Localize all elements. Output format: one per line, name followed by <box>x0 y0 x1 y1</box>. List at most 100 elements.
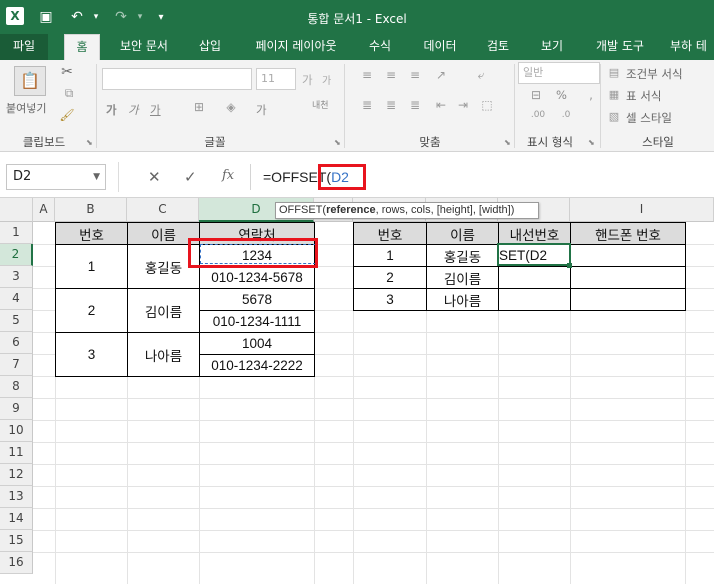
right-table-cell-mobile[interactable] <box>570 244 686 267</box>
merge-center-icon[interactable]: ⬚ <box>476 98 498 118</box>
insert-function-icon[interactable]: fx <box>222 168 234 183</box>
underline-icon[interactable]: 가 <box>150 102 161 118</box>
right-table-cell-mobile[interactable] <box>570 288 686 311</box>
row-header-10[interactable]: 10 <box>0 420 33 442</box>
row-header-4[interactable]: 4 <box>0 288 33 310</box>
align-bottom-icon[interactable]: ≡ <box>404 68 426 88</box>
format-as-table-icon[interactable]: ▦ <box>606 88 622 104</box>
conditional-format-icon[interactable]: ▤ <box>606 66 622 82</box>
cell-styles-button[interactable]: 셀 스타일 <box>626 110 672 126</box>
tab-file[interactable]: 파일 <box>0 34 48 60</box>
right-table-cell-number[interactable]: 1 <box>353 244 427 267</box>
cut-icon[interactable]: ✂ <box>58 64 76 82</box>
tab-insert[interactable]: 삽입 <box>190 34 230 60</box>
tab-view[interactable]: 보기 <box>530 34 574 60</box>
tab-developer[interactable]: 개발 도구 <box>584 34 656 60</box>
right-table-cell-name[interactable]: 홍길동 <box>426 244 499 267</box>
worksheet-grid[interactable]: A B C D I 1 2 3 4 5 6 7 8 9 10 11 12 13 … <box>0 198 714 584</box>
right-table-cell-extension[interactable] <box>498 288 571 311</box>
wrap-text-icon[interactable]: ⤶ <box>470 68 492 88</box>
font-size-select[interactable]: 11 <box>256 68 296 90</box>
row-header-3[interactable]: 3 <box>0 266 33 288</box>
column-header-c[interactable]: C <box>127 198 199 222</box>
row-header-2[interactable]: 2 <box>0 244 33 266</box>
align-top-icon[interactable]: ≡ <box>356 68 378 88</box>
right-table-header-extension[interactable]: 내선번호 <box>498 222 571 245</box>
row-header-9[interactable]: 9 <box>0 398 33 420</box>
increase-decimal-icon[interactable]: .00 <box>526 110 550 128</box>
row-header-6[interactable]: 6 <box>0 332 33 354</box>
borders-icon[interactable]: ⊞ <box>188 100 210 118</box>
cancel-icon[interactable]: ✕ <box>148 168 161 186</box>
fill-color-icon[interactable]: ◈ <box>220 100 242 118</box>
right-table-cell-mobile[interactable] <box>570 266 686 289</box>
align-middle-icon[interactable]: ≡ <box>380 68 402 88</box>
enter-icon[interactable]: ✓ <box>184 168 197 186</box>
left-table-cell-mobile[interactable]: 010-1234-5678 <box>199 266 315 289</box>
format-painter-icon[interactable]: 🖌 <box>58 108 76 126</box>
clipboard-launcher-icon[interactable]: ⬊ <box>86 138 93 147</box>
right-table-cell-extension[interactable] <box>498 266 571 289</box>
orientation-icon[interactable]: ↗ <box>430 68 452 88</box>
row-header-11[interactable]: 11 <box>0 442 33 464</box>
tab-data[interactable]: 데이터 <box>412 34 468 60</box>
shrink-font-icon[interactable]: 가 <box>322 72 331 87</box>
comma-style-icon[interactable]: , <box>580 88 602 106</box>
bold-icon[interactable]: 가 <box>106 102 117 118</box>
font-name-select[interactable] <box>102 68 252 90</box>
right-table-cell-number[interactable]: 3 <box>353 288 427 311</box>
right-table-cell-number[interactable]: 2 <box>353 266 427 289</box>
function-argument-tooltip[interactable]: OFFSET(reference, rows, cols, [height], … <box>275 202 539 219</box>
row-header-16[interactable]: 16 <box>0 552 33 574</box>
column-header-a[interactable]: A <box>33 198 55 222</box>
number-format-select[interactable]: 일반 <box>518 62 600 84</box>
tab-formulas[interactable]: 수식 <box>358 34 402 60</box>
left-table-cell-number[interactable]: 2 <box>55 288 128 333</box>
left-table-header-number[interactable]: 번호 <box>55 222 128 245</box>
format-as-table-button[interactable]: 표 서식 <box>626 88 661 104</box>
row-header-8[interactable]: 8 <box>0 376 33 398</box>
right-table-cell-name[interactable]: 나아름 <box>426 288 499 311</box>
row-header-15[interactable]: 15 <box>0 530 33 552</box>
align-right-icon[interactable]: ≣ <box>404 98 426 118</box>
italic-icon[interactable]: 가 <box>128 102 139 118</box>
conditional-format-button[interactable]: 조건부 서식 <box>626 66 683 82</box>
tab-security-document[interactable]: 보안 문서 <box>108 34 180 60</box>
left-table-cell-number[interactable]: 3 <box>55 332 128 377</box>
tooltip-function[interactable]: OFFSET( <box>279 204 326 216</box>
left-table-cell-mobile[interactable]: 010-1234-2222 <box>199 354 315 377</box>
right-table-header-name[interactable]: 이름 <box>426 222 499 245</box>
name-box-dropdown-icon[interactable]: ▼ <box>93 165 100 189</box>
phonetic-guide-icon[interactable]: 내천 <box>312 98 329 111</box>
decrease-decimal-icon[interactable]: .0 <box>554 110 578 128</box>
column-header-i[interactable]: I <box>570 198 714 222</box>
align-center-icon[interactable]: ≣ <box>380 98 402 118</box>
tab-home[interactable]: 홈 <box>64 34 100 60</box>
select-all-corner[interactable] <box>0 198 33 222</box>
accounting-format-icon[interactable]: ⊟ <box>524 88 548 106</box>
right-table-header-number[interactable]: 번호 <box>353 222 427 245</box>
grow-font-icon[interactable]: 가 <box>302 72 313 88</box>
column-header-b[interactable]: B <box>55 198 127 222</box>
font-launcher-icon[interactable]: ⬊ <box>334 138 341 147</box>
increase-indent-icon[interactable]: ⇥ <box>452 98 474 118</box>
percent-style-icon[interactable]: % <box>556 88 567 102</box>
paste-button-label[interactable]: 붙여넣기 <box>6 100 46 116</box>
row-header-12[interactable]: 12 <box>0 464 33 486</box>
row-header-1[interactable]: 1 <box>0 222 33 244</box>
right-table-cell-name[interactable]: 김이름 <box>426 266 499 289</box>
left-table-cell-name[interactable]: 김이름 <box>127 288 200 333</box>
name-box[interactable]: D2 ▼ <box>6 164 106 190</box>
tab-review[interactable]: 검토 <box>476 34 520 60</box>
left-table-cell-mobile[interactable]: 010-1234-1111 <box>199 310 315 333</box>
align-left-icon[interactable]: ≣ <box>356 98 378 118</box>
number-launcher-icon[interactable]: ⬊ <box>588 138 595 147</box>
left-table-cell-extension[interactable]: 5678 <box>199 288 315 311</box>
right-table-header-mobile[interactable]: 핸드폰 번호 <box>570 222 686 245</box>
row-header-7[interactable]: 7 <box>0 354 33 376</box>
row-header-5[interactable]: 5 <box>0 310 33 332</box>
copy-icon[interactable]: ⧉ <box>58 86 80 104</box>
tab-page-layout[interactable]: 페이지 레이아웃 <box>246 34 346 60</box>
tooltip-current-arg[interactable]: reference <box>326 204 376 216</box>
font-color-icon[interactable]: 가 <box>256 102 267 118</box>
